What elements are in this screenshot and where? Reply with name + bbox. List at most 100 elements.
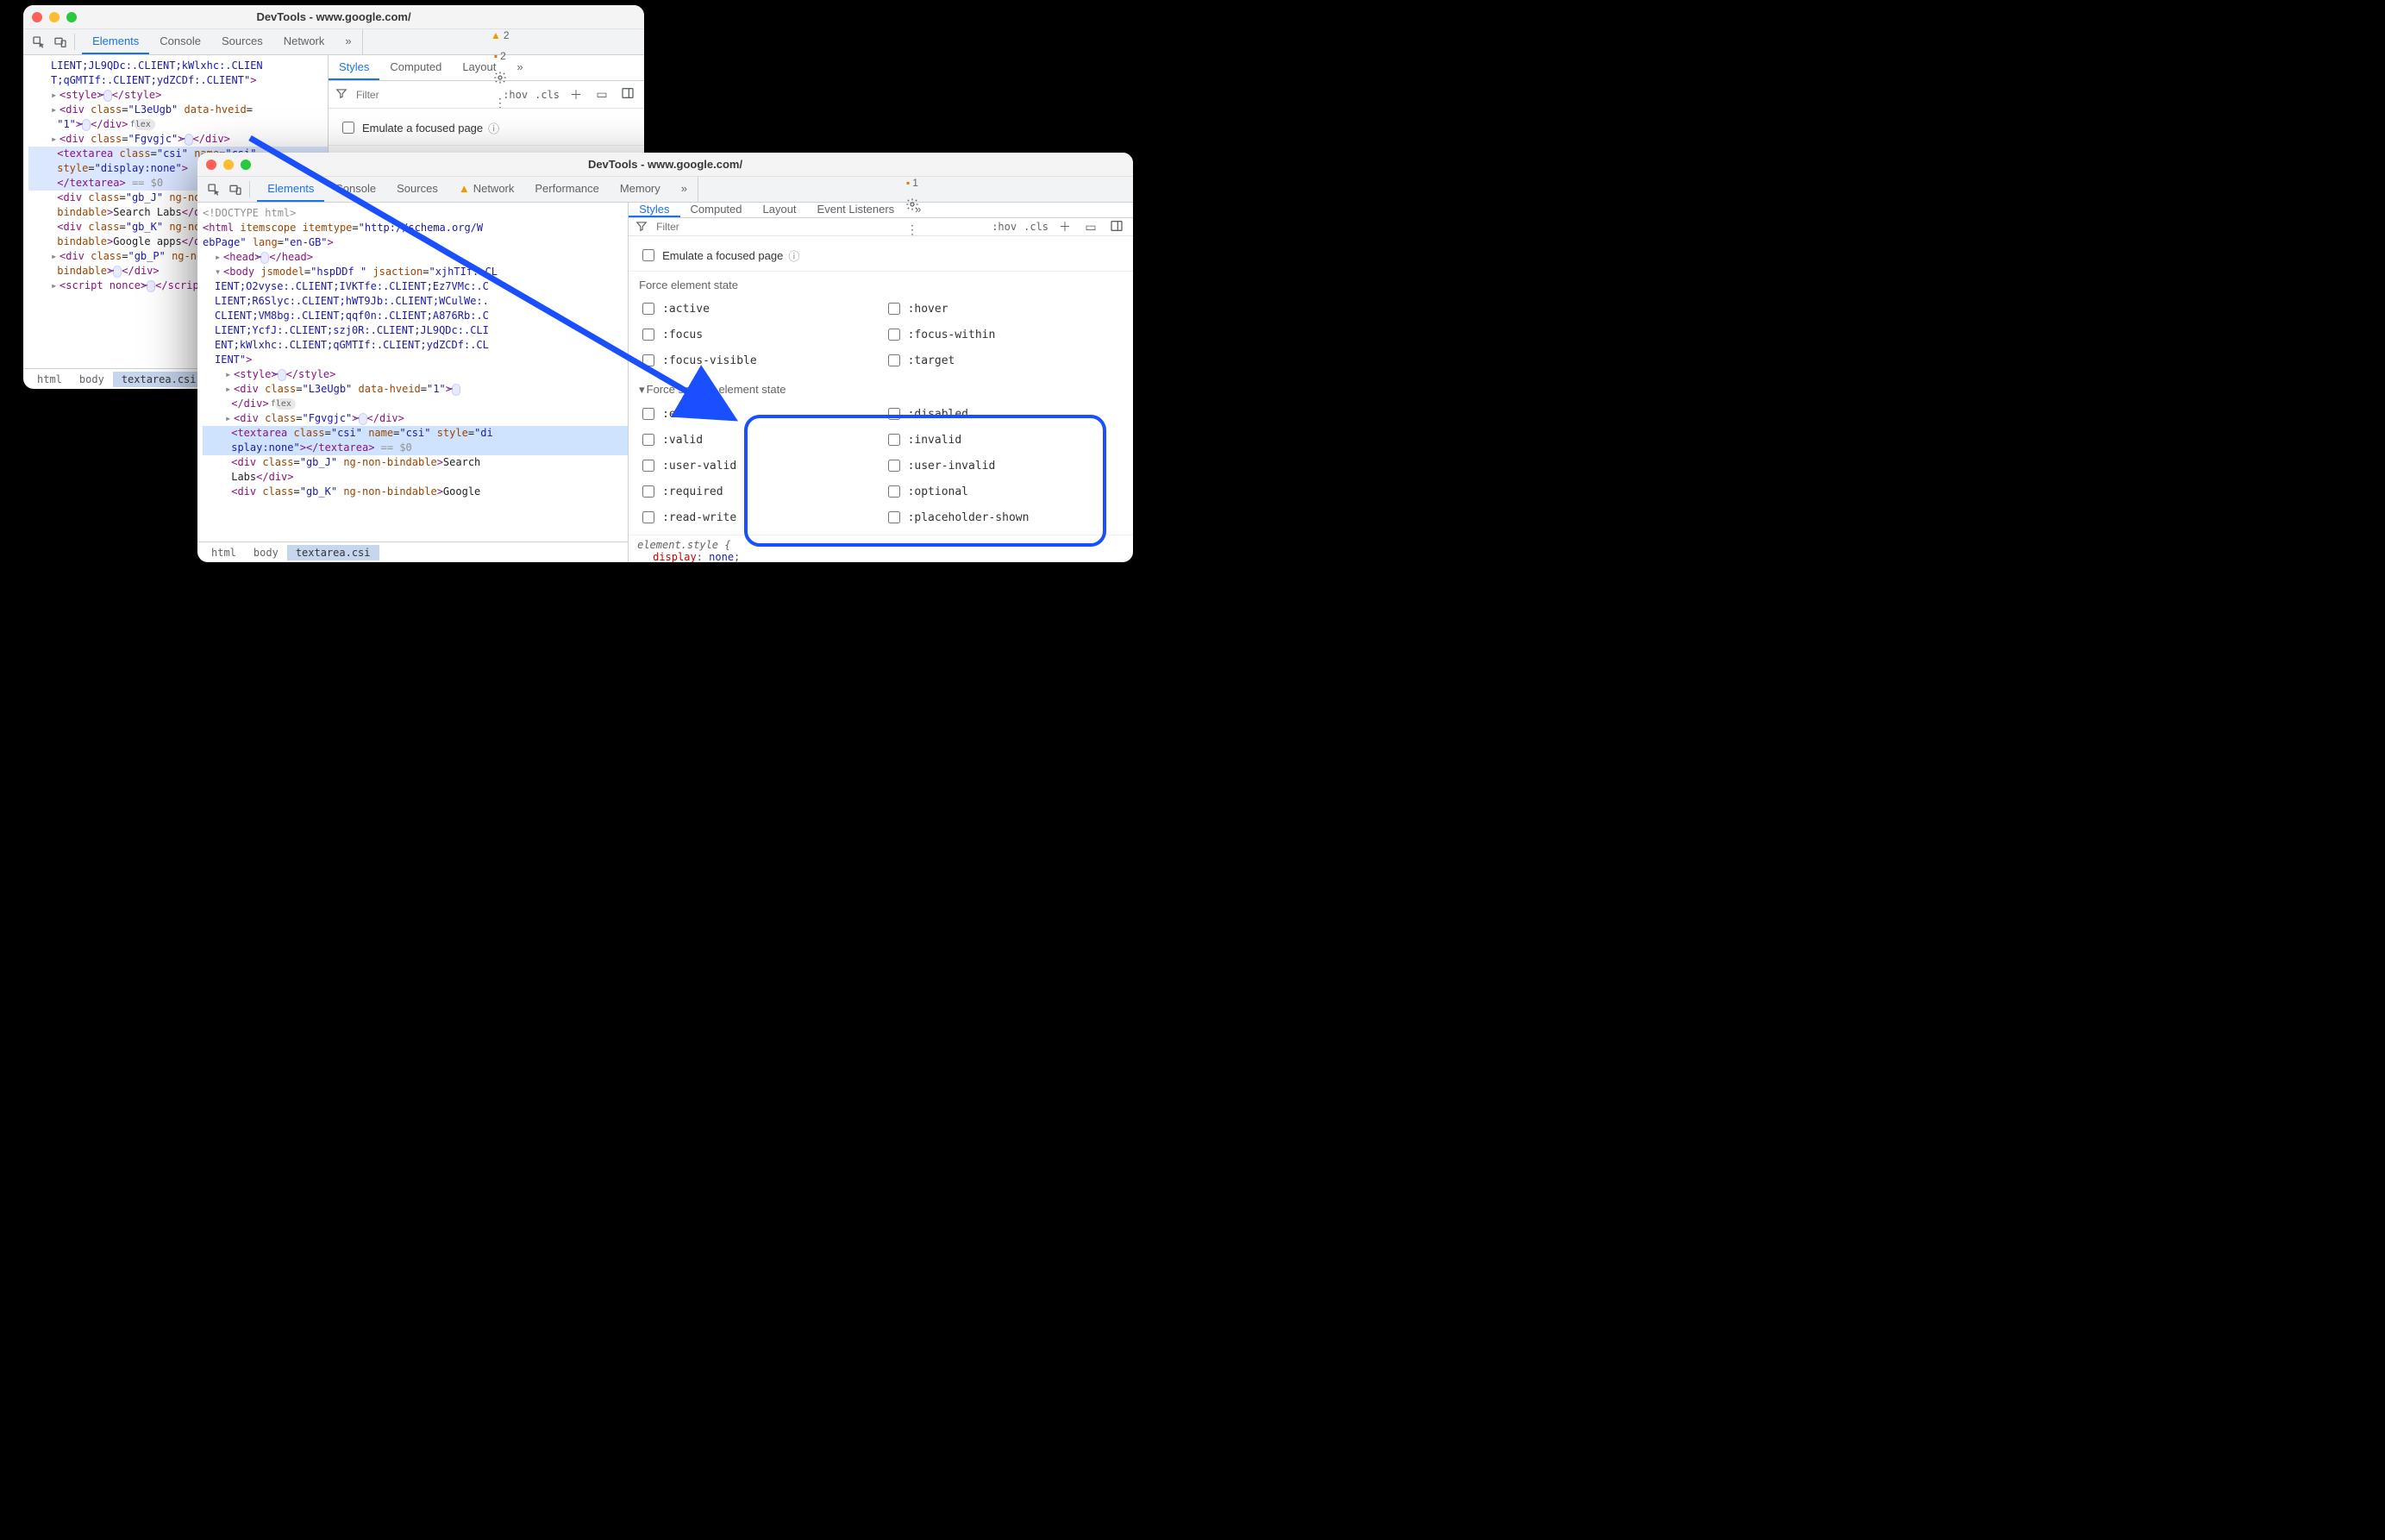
crumb-textarea[interactable]: textarea.csi [113,372,205,387]
tab-performance[interactable]: Performance [524,177,609,202]
panel-tabs: Elements Console Sources Network » [82,29,362,54]
crumb-html[interactable]: html [203,545,245,560]
flex-pill[interactable]: flex [135,119,155,130]
main-toolbar: Elements Console Sources ▲Network Perfor… [197,177,1133,203]
titlebar: DevTools - www.google.com/ [23,5,644,29]
crumb-textarea[interactable]: textarea.csi [287,545,379,560]
state-invalid[interactable]: :invalid [885,431,1123,448]
selected-dom-node[interactable]: <textarea class="csi" name="csi" style="… [203,426,628,441]
computed-styles-icon[interactable]: ▭ [1081,220,1100,235]
state-placeholder-shown[interactable]: :placeholder-shown [885,509,1123,526]
help-icon[interactable]: ⓘ [788,247,799,264]
rtab-more-icon[interactable]: » [905,203,931,217]
dom-tag: </div> [91,118,128,130]
rtab-computed[interactable]: Computed [379,55,452,80]
rtab-styles[interactable]: Styles [629,203,679,217]
emulate-label: Emulate a focused page [362,122,483,135]
flex-pill[interactable]: flex [275,398,296,410]
rtab-computed[interactable]: Computed [680,203,753,217]
crumb-body[interactable]: body [245,545,287,560]
force-specific-state-section: ▾Force specific element state :enabled :… [629,376,1133,535]
tab-console[interactable]: Console [324,177,386,202]
issue-count: 1 [912,177,918,189]
hov-toggle[interactable]: :hov [992,221,1017,233]
tab-sources[interactable]: Sources [386,177,448,202]
toggle-sidebar-icon[interactable] [618,86,637,103]
tab-elements[interactable]: Elements [257,177,324,202]
tab-console[interactable]: Console [149,29,211,54]
minimize-icon[interactable] [223,160,234,170]
filter-input[interactable] [354,88,496,102]
state-disabled[interactable]: :disabled [885,405,1123,423]
hov-toggle[interactable]: :hov [503,89,528,101]
dom-tag: <style> [59,89,103,101]
dom-tag: </div> [193,133,230,145]
help-icon[interactable]: ⓘ [488,120,499,136]
crumb-html[interactable]: html [28,372,71,387]
state-target[interactable]: :target [885,352,1123,369]
inspect-icon[interactable] [28,29,50,54]
emulate-focused-checkbox[interactable]: Emulate a focused page ⓘ [639,247,1123,264]
rtab-event-listeners[interactable]: Event Listeners [807,203,905,217]
styles-panel-tabs: Styles Computed Layout Event Listeners » [629,203,1133,218]
dom-selected-ref: == $0 [374,441,411,454]
state-read-write[interactable]: :read-write [639,509,877,526]
toggle-sidebar-icon[interactable] [1107,219,1126,235]
close-icon[interactable] [32,12,42,22]
close-icon[interactable] [206,160,216,170]
new-rule-icon[interactable]: ＋ [567,86,585,103]
tab-network[interactable]: ▲Network [448,177,525,202]
state-focus-within[interactable]: :focus-within [885,326,1123,343]
cls-toggle[interactable]: .cls [1023,221,1049,233]
crumb-body[interactable]: body [71,372,113,387]
breadcrumb[interactable]: html body textarea.csi [197,542,628,562]
zoom-icon[interactable] [66,12,77,22]
dom-text: T;qGMTIf:.CLIENT;ydZCDf:.CLIENT" [51,74,250,86]
device-toggle-icon[interactable] [224,177,246,202]
element-style-block[interactable]: element.style { display: none; } [629,535,1133,562]
inspect-icon[interactable] [203,177,224,202]
warnings-badge[interactable]: ▲2 [491,29,510,41]
state-user-invalid[interactable]: :user-invalid [885,457,1123,474]
filter-input[interactable] [654,220,985,234]
cls-toggle[interactable]: .cls [535,89,560,101]
rtab-layout[interactable]: Layout [753,203,807,217]
zoom-icon[interactable] [241,160,251,170]
emulate-label: Emulate a focused page [662,249,783,262]
force-specific-heading[interactable]: ▾Force specific element state [639,383,1123,397]
rtab-more-icon[interactable]: » [506,55,533,80]
window-title: DevTools - www.google.com/ [197,158,1133,171]
new-rule-icon[interactable]: ＋ [1055,218,1074,235]
computed-styles-icon[interactable]: ▭ [592,87,611,102]
styles-filter-bar: :hov .cls ＋ ▭ [629,218,1133,236]
issues-badge[interactable]: ▪1 [906,177,918,189]
state-enabled[interactable]: :enabled [639,405,877,423]
state-optional[interactable]: :optional [885,483,1123,500]
titlebar: DevTools - www.google.com/ [197,153,1133,177]
tab-elements[interactable]: Elements [82,29,149,54]
state-user-valid[interactable]: :user-valid [639,457,877,474]
state-focus-visible[interactable]: :focus-visible [639,352,877,369]
emulate-focused-checkbox[interactable]: Emulate a focused page ⓘ [339,119,634,136]
dom-tree[interactable]: <!DOCTYPE html> <html itemscope itemtype… [197,203,628,542]
state-hover[interactable]: :hover [885,300,1123,317]
state-required[interactable]: :required [639,483,877,500]
state-active[interactable]: :active [639,300,877,317]
devtools-window-2: DevTools - www.google.com/ Elements Cons… [197,153,1133,562]
dom-tag: </textarea> [57,177,125,189]
dom-tag: <script nonce> [59,279,147,291]
state-focus[interactable]: :focus [639,326,877,343]
tab-sources[interactable]: Sources [211,29,273,54]
filter-icon [635,220,648,235]
tab-more-icon[interactable]: » [671,177,698,202]
force-state-heading: Force element state [639,279,1123,291]
state-valid[interactable]: :valid [639,431,877,448]
tab-more-icon[interactable]: » [335,29,361,54]
rtab-styles[interactable]: Styles [329,55,379,80]
main-toolbar: Elements Console Sources Network » ▲2 ▪2… [23,29,644,55]
rtab-layout[interactable]: Layout [452,55,506,80]
device-toggle-icon[interactable] [50,29,72,54]
tab-memory[interactable]: Memory [610,177,671,202]
minimize-icon[interactable] [49,12,59,22]
tab-network[interactable]: Network [273,29,335,54]
